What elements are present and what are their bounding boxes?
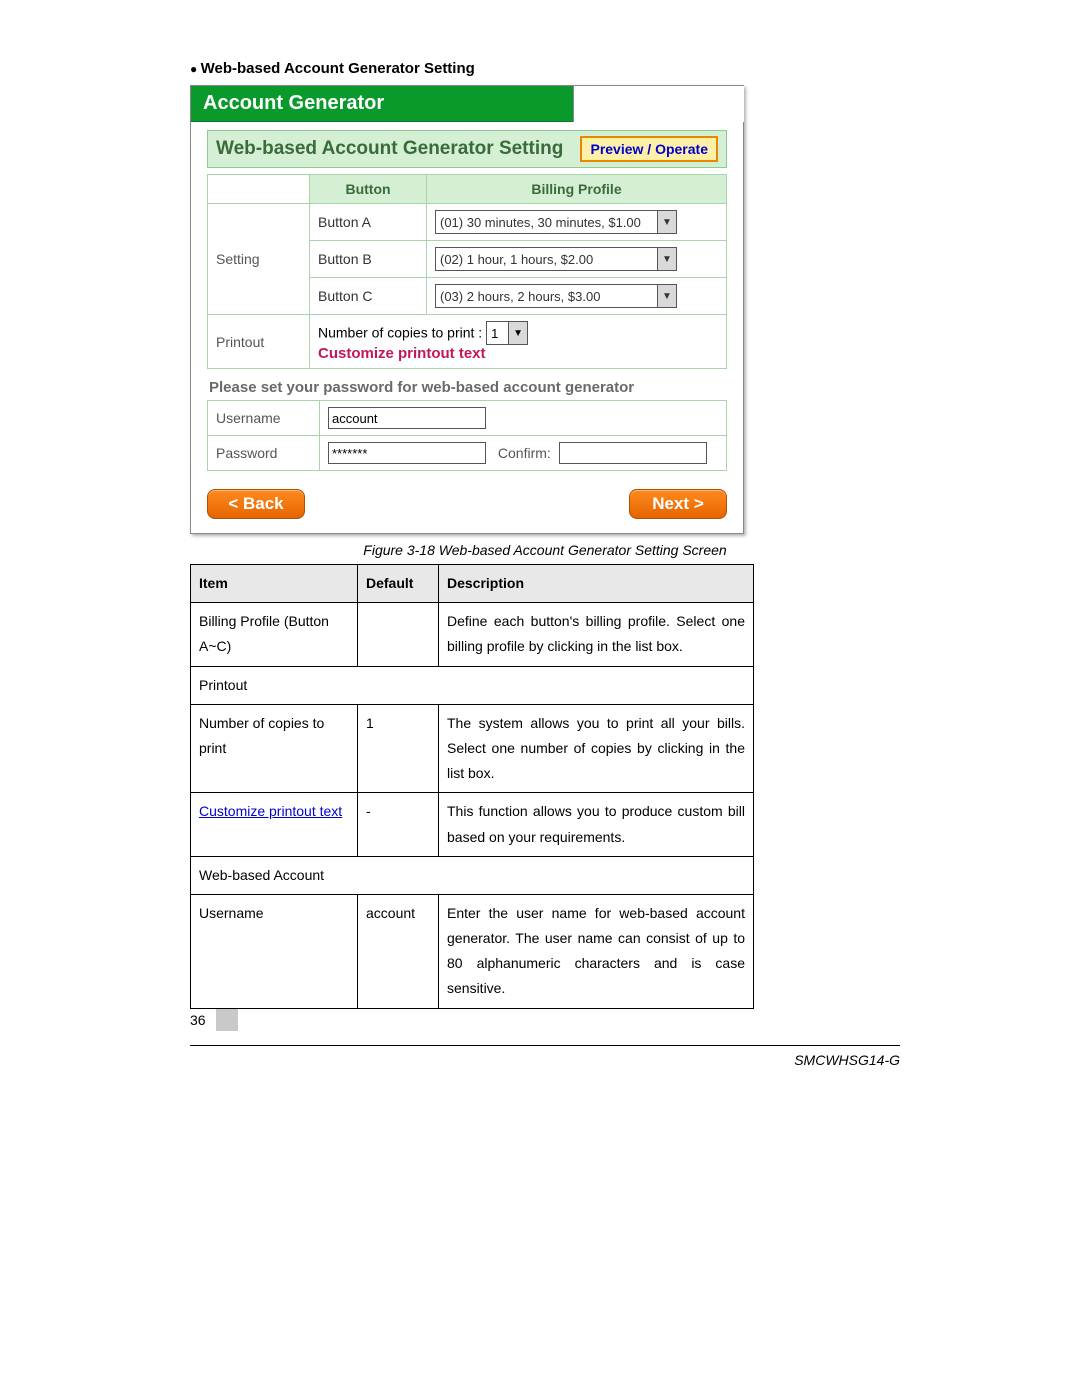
th-default: Default bbox=[358, 565, 439, 603]
table-cell: 1 bbox=[358, 704, 439, 793]
table-cell: Define each button's billing profile. Se… bbox=[439, 603, 754, 666]
customize-printout-link[interactable]: Customize printout text bbox=[318, 345, 718, 362]
button-b-label: Button B bbox=[310, 241, 427, 278]
chevron-down-icon: ▼ bbox=[657, 211, 676, 233]
button-a-label: Button A bbox=[310, 204, 427, 241]
setting-row-label: Setting bbox=[208, 204, 310, 315]
table-cell: account bbox=[358, 894, 439, 1008]
col-header-button: Button bbox=[310, 175, 427, 204]
table-cell: Enter the user name for web-based accoun… bbox=[439, 894, 754, 1008]
profile-select-c[interactable]: (03) 2 hours, 2 hours, $3.00 ▼ bbox=[435, 284, 677, 308]
table-section: Web-based Account bbox=[191, 856, 754, 894]
table-cell bbox=[358, 603, 439, 666]
table-cell: - bbox=[358, 793, 439, 856]
copies-label: Number of copies to print : bbox=[318, 325, 482, 341]
copies-select[interactable]: 1 ▼ bbox=[486, 321, 528, 345]
figure-caption: Figure 3-18 Web-based Account Generator … bbox=[190, 542, 900, 558]
footer-model: SMCWHSG14-G bbox=[190, 1052, 900, 1068]
th-item: Item bbox=[191, 565, 358, 603]
table-cell: This function allows you to produce cust… bbox=[439, 793, 754, 856]
customize-printout-doc-link[interactable]: Customize printout text bbox=[199, 803, 342, 819]
confirm-input[interactable] bbox=[559, 442, 707, 464]
table-cell: The system allows you to print all your … bbox=[439, 704, 754, 793]
th-description: Description bbox=[439, 565, 754, 603]
panel-section-title: Web-based Account Generator Setting bbox=[216, 138, 563, 160]
settings-panel: Account Generator Web-based Account Gene… bbox=[190, 85, 744, 534]
button-c-label: Button C bbox=[310, 278, 427, 315]
table-cell: Billing Profile (Button A~C) bbox=[191, 603, 358, 666]
next-button[interactable]: Next > bbox=[629, 489, 727, 519]
printout-row-label: Printout bbox=[208, 315, 310, 369]
back-button[interactable]: < Back bbox=[207, 489, 305, 519]
page-number: 36 bbox=[190, 1012, 216, 1028]
section-heading: Web-based Account Generator Setting bbox=[190, 60, 900, 77]
panel-titlebar: Account Generator bbox=[191, 86, 743, 122]
password-label: Password bbox=[208, 436, 320, 471]
profile-select-a[interactable]: (01) 30 minutes, 30 minutes, $1.00 ▼ bbox=[435, 210, 677, 234]
col-header-profile: Billing Profile bbox=[427, 175, 727, 204]
password-instruction: Please set your password for web-based a… bbox=[209, 379, 727, 396]
table-cell: Username bbox=[191, 894, 358, 1008]
table-section: Printout bbox=[191, 666, 754, 704]
table-cell: Customize printout text bbox=[191, 793, 358, 856]
preview-operate-button[interactable]: Preview / Operate bbox=[580, 136, 718, 162]
table-cell: Number of copies to print bbox=[191, 704, 358, 793]
username-input[interactable] bbox=[328, 407, 486, 429]
username-label: Username bbox=[208, 401, 320, 436]
chevron-down-icon: ▼ bbox=[508, 322, 527, 344]
confirm-label: Confirm: bbox=[498, 445, 551, 461]
chevron-down-icon: ▼ bbox=[657, 285, 676, 307]
password-input[interactable] bbox=[328, 442, 486, 464]
chevron-down-icon: ▼ bbox=[657, 248, 676, 270]
page-marker-box bbox=[216, 1009, 238, 1031]
description-table: Item Default Description Billing Profile… bbox=[190, 564, 754, 1009]
profile-select-b[interactable]: (02) 1 hour, 1 hours, $2.00 ▼ bbox=[435, 247, 677, 271]
